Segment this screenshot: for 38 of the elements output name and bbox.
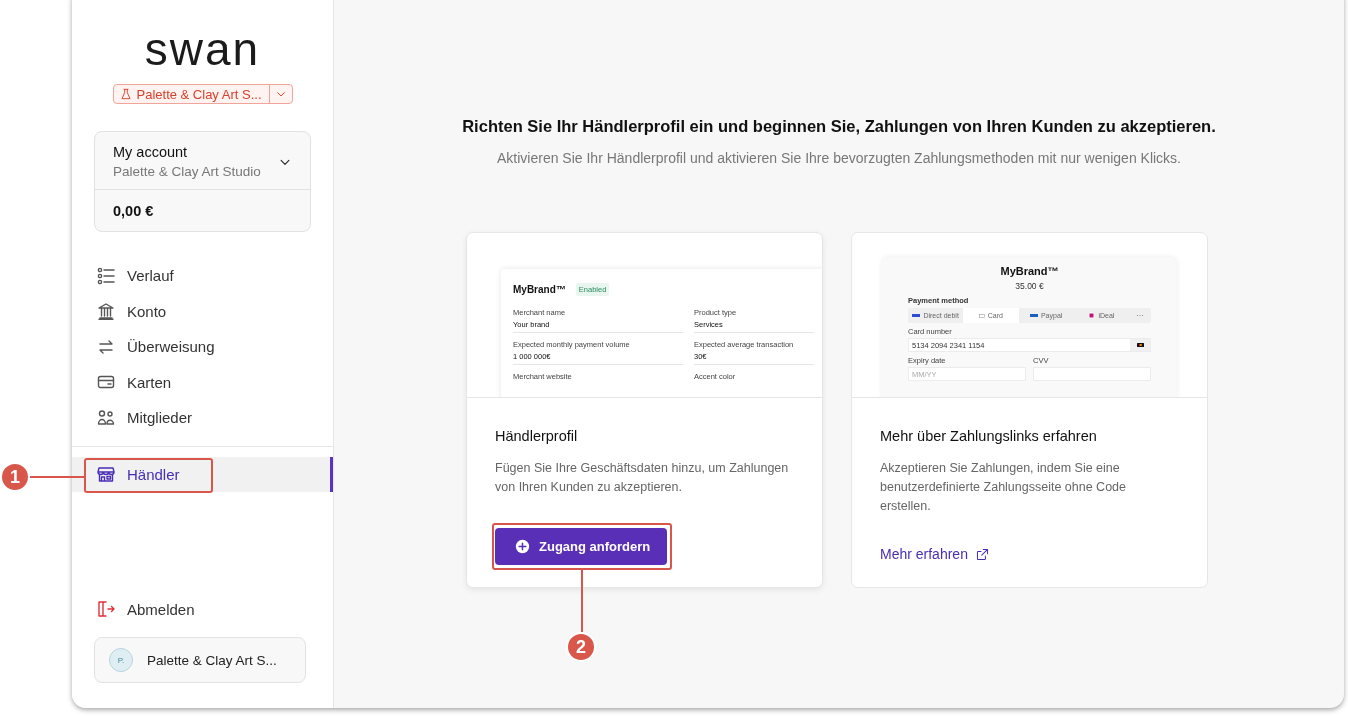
logout-icon — [97, 600, 115, 619]
card-description: Akzeptieren Sie Zahlungen, indem Sie eine benutzerdefinierte Zahlungsseite ohne Code erstellen. — [880, 460, 1127, 515]
nav-item[interactable]: Karten — [72, 364, 333, 400]
list-icon — [97, 266, 115, 285]
brand-name: MyBrand™ — [999, 265, 1060, 277]
store-icon — [97, 465, 115, 484]
amount: 35.00 € — [1014, 281, 1045, 291]
learn-more-link[interactable]: Mehr erfahren — [880, 546, 989, 562]
nav-item[interactable]: Überweisung — [72, 329, 333, 365]
card-brand-icon — [1136, 343, 1144, 347]
people-icon — [97, 408, 115, 427]
card-description: Fügen Sie Ihre Geschäftsdaten hinzu, um Zahlungen von Ihren Kunden zu akzeptieren. — [495, 460, 790, 496]
card-title: Händlerprofil — [495, 428, 579, 444]
logout-item[interactable]: Abmelden — [72, 591, 333, 627]
account-balance: 0,00 € — [112, 202, 155, 221]
page-title: Richten Sie Ihr Händlerprofil ein und beginnen Sie, Zahlungen von Ihren Kunden zu akzeptieren. — [462, 117, 1216, 136]
nav-item[interactable]: Verlauf — [72, 258, 333, 294]
avatar: P. — [109, 648, 133, 672]
bank-icon — [97, 302, 115, 321]
payment-logo-icon — [912, 314, 921, 317]
flask-icon — [119, 88, 132, 100]
account-selector[interactable]: My account Palette & Clay Art Studio — [95, 132, 310, 190]
card-title: Mehr über Zahlungslinks erfahren — [880, 428, 1098, 444]
page-subtitle: Aktivieren Sie Ihr Händlerprofil und aktivieren Sie Ihre bevorzugten Zahlungsmethoden mit nur wenigen Klicks. — [497, 150, 1181, 166]
nav-item[interactable]: Händler — [72, 456, 333, 492]
external-link-icon — [975, 547, 989, 561]
profile-button[interactable]: P. Palette & Clay Art S... — [94, 637, 306, 683]
logo: swan — [143, 28, 262, 70]
payment-logo-icon — [1029, 314, 1038, 317]
step-marker: 1 — [0, 462, 30, 492]
project-switcher[interactable]: Palette & Clay Art S... — [112, 84, 293, 104]
plus-circle-icon — [515, 539, 530, 554]
nav-item[interactable]: Mitglieder — [72, 400, 333, 436]
brand-name: MyBrand™ — [513, 284, 566, 295]
request-access-button[interactable]: Zugang anfordern — [495, 528, 668, 565]
ideal-logo-icon — [1088, 312, 1096, 319]
nav-item[interactable]: Konto — [72, 293, 333, 329]
card-icon — [978, 313, 985, 318]
